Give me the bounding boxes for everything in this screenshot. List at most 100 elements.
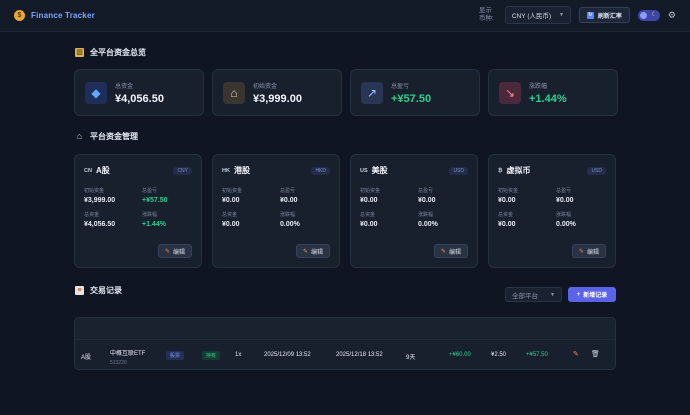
metric-pnl: ¥0.00 <box>280 197 298 204</box>
platform-name: A股 <box>95 166 110 175</box>
currency-tag: CNY <box>173 166 192 175</box>
cell-asset: 中概互联ETF 513220 <box>110 348 145 366</box>
edit-button[interactable]: ✎ 编辑 <box>433 244 468 258</box>
brand[interactable]: $ Finance Tracker <box>14 10 95 21</box>
metric-key: 总盈亏 <box>556 188 572 194</box>
metric-key: 初始资金 <box>360 188 381 194</box>
summary-value: ¥4,056.50 <box>115 92 164 105</box>
currency-label: 显示币种: <box>478 7 494 22</box>
metric-key: 总盈亏 <box>280 188 296 194</box>
metric-total: ¥4,056.50 <box>84 221 116 228</box>
metric-key: 涨跌幅 <box>556 212 572 218</box>
overview-heading: ▥ 全平台资金总览 <box>75 47 146 58</box>
metric-initial: ¥0.00 <box>222 197 240 204</box>
type-badge: 股票 <box>166 351 185 360</box>
summary-label: 总资金 <box>115 83 134 90</box>
flag-icon: HK <box>222 167 230 174</box>
toggle-knob <box>639 11 647 19</box>
moon-icon: ☾ <box>651 11 657 18</box>
platform-card-us: US 美股 USD 初始资金 ¥0.00 总盈亏 ¥0.00 总资金 ¥0.00 涨跌… <box>350 154 478 268</box>
edit-label: 编辑 <box>172 249 185 256</box>
metric-key: 涨跌幅 <box>418 212 434 218</box>
theme-toggle[interactable]: ☾ <box>637 9 660 21</box>
cell-leverage: 1x <box>235 352 242 358</box>
cell-platform: A股 <box>81 355 92 361</box>
cell-profit: +¥60.00 <box>449 352 471 358</box>
currency-tag: USD <box>449 166 468 175</box>
cell-open-time: 2025/12/09 13:52 <box>264 352 311 358</box>
metric-key: 涨跌幅 <box>142 212 158 218</box>
trash-icon[interactable]: 🗑 <box>591 350 600 358</box>
metric-key: 总盈亏 <box>418 188 434 194</box>
plus-icon: + <box>576 291 581 298</box>
table-row[interactable]: A股 中概互联ETF 513220 股票 持有 1x 2025/12/09 13… <box>75 341 615 370</box>
metric-initial: ¥0.00 <box>360 197 378 204</box>
overview-title: 全平台资金总览 <box>90 48 146 57</box>
metric-change: 0.00% <box>280 221 300 228</box>
transactions-title: 交易记录 <box>90 286 122 295</box>
metric-key: 总资金 <box>84 212 100 218</box>
metric-key: 初始资金 <box>84 188 105 194</box>
summary-card-change: ↘ 涨跌幅 +1.44% <box>488 69 618 116</box>
metric-pnl: ¥0.00 <box>418 197 436 204</box>
chevron-down-icon: ▼ <box>550 291 555 298</box>
bar-chart-icon: ▥ <box>75 48 84 57</box>
bank-icon: ⌂ <box>76 131 83 141</box>
metric-change: 0.00% <box>556 221 576 228</box>
metric-initial: ¥0.00 <box>498 197 516 204</box>
currency-select[interactable]: CNY (人民币) ▼ <box>504 6 571 24</box>
cell-days: 9天 <box>406 355 416 361</box>
pencil-icon[interactable]: ✎ <box>573 350 579 358</box>
metric-total: ¥0.00 <box>222 221 240 228</box>
bitcoin-icon: ₿ <box>498 167 503 174</box>
metric-key: 涨跌幅 <box>280 212 296 218</box>
pencil-icon: ✎ <box>164 248 170 255</box>
diamond-icon: ◆ <box>85 81 107 104</box>
platform-card-crypto: ₿ 虚拟币 USD 初始资金 ¥0.00 总盈亏 ¥0.00 总资金 ¥0.00 涨跌… <box>488 154 616 268</box>
metric-pnl: ¥0.00 <box>556 197 574 204</box>
metric-key: 总盈亏 <box>142 188 158 194</box>
table-header <box>75 318 615 340</box>
transactions-heading: ≡ 交易记录 <box>75 285 122 296</box>
summary-value: +¥57.50 <box>391 92 432 105</box>
gear-icon[interactable]: ⚙ <box>668 10 676 21</box>
flag-icon: US <box>360 167 368 174</box>
metric-change: 0.00% <box>418 221 438 228</box>
refresh-rate-label: 刷新汇率 <box>597 13 622 20</box>
platform-card-a-share: CN A股 CNY 初始资金 ¥3,999.00 总盈亏 +¥57.50 总资金 ¥4… <box>74 154 202 268</box>
document-icon: ≡ <box>75 286 84 295</box>
platform-card-hk: HK 港股 HKD 初始资金 ¥0.00 总盈亏 ¥0.00 总资金 ¥0.00 涨跌… <box>212 154 340 268</box>
cell-net: +¥57.50 <box>526 352 548 358</box>
metric-key: 总资金 <box>222 212 238 218</box>
summary-value: ¥3,999.00 <box>253 92 302 105</box>
cell-close-time: 2025/12/18 13:52 <box>336 352 383 358</box>
platform-filter-value: 全部平台 <box>512 292 538 300</box>
edit-button[interactable]: ✎ 编辑 <box>295 244 330 258</box>
chart-down-icon: ↘ <box>499 81 521 104</box>
currency-tag: USD <box>587 166 606 175</box>
metric-change: +1.44% <box>142 221 166 228</box>
add-record-button[interactable]: + 新增记录 <box>568 287 616 302</box>
asset-name: 中概互联ETF <box>110 351 146 357</box>
metric-key: 初始资金 <box>498 188 519 194</box>
asset-code: 513220 <box>110 360 127 366</box>
summary-card-total: ◆ 总资金 ¥4,056.50 <box>74 69 204 116</box>
platforms-heading: ⌂ 平台资金管理 <box>75 131 138 142</box>
add-record-label: 新增记录 <box>583 293 608 299</box>
refresh-rate-button[interactable]: ↻ 刷新汇率 <box>578 7 630 23</box>
edit-button[interactable]: ✎ 编辑 <box>571 244 606 258</box>
pencil-icon: ✎ <box>302 248 308 255</box>
cell-fee: ¥2.50 <box>491 352 507 358</box>
summary-label: 初始资金 <box>253 83 278 90</box>
platform-name: 港股 <box>233 166 250 175</box>
summary-value: +1.44% <box>529 92 567 105</box>
status-badge: 持有 <box>202 351 221 360</box>
pencil-icon: ✎ <box>440 248 446 255</box>
money-bag-icon: $ <box>14 10 25 21</box>
platforms-title: 平台资金管理 <box>90 132 138 141</box>
metric-key: 初始资金 <box>222 188 243 194</box>
edit-button[interactable]: ✎ 编辑 <box>157 244 192 258</box>
summary-label: 涨跌幅 <box>529 83 548 90</box>
platform-filter-select[interactable]: 全部平台 ▼ <box>505 287 562 302</box>
edit-label: 编辑 <box>310 249 323 256</box>
